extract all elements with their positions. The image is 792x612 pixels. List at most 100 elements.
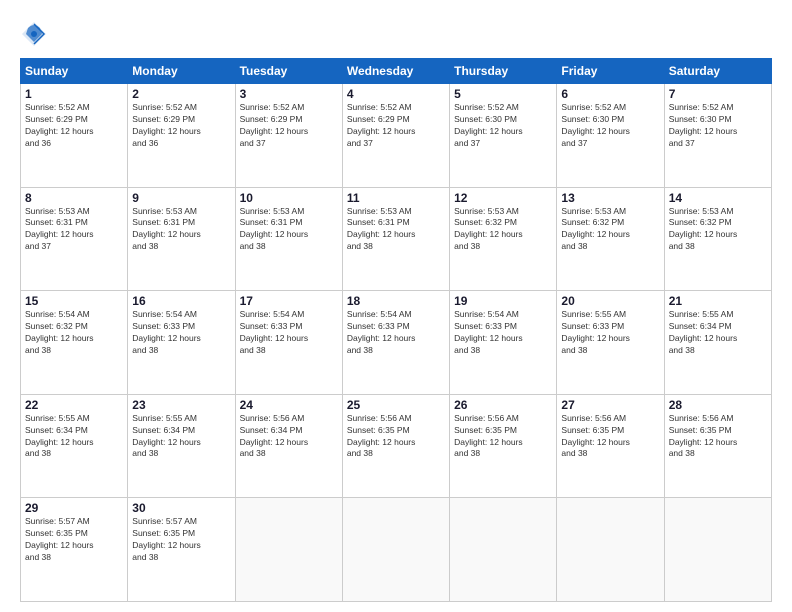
day-number: 17 xyxy=(240,294,338,308)
day-detail: Sunrise: 5:52 AMSunset: 6:29 PMDaylight:… xyxy=(132,102,230,150)
day-number: 25 xyxy=(347,398,445,412)
day-detail: Sunrise: 5:57 AMSunset: 6:35 PMDaylight:… xyxy=(25,516,123,564)
day-detail: Sunrise: 5:53 AMSunset: 6:32 PMDaylight:… xyxy=(669,206,767,254)
day-detail: Sunrise: 5:52 AMSunset: 6:29 PMDaylight:… xyxy=(25,102,123,150)
calendar-cell: 5 Sunrise: 5:52 AMSunset: 6:30 PMDayligh… xyxy=(450,84,557,188)
calendar-cell: 30 Sunrise: 5:57 AMSunset: 6:35 PMDaylig… xyxy=(128,498,235,602)
calendar-cell: 16 Sunrise: 5:54 AMSunset: 6:33 PMDaylig… xyxy=(128,291,235,395)
weekday-header: Tuesday xyxy=(235,59,342,84)
day-number: 13 xyxy=(561,191,659,205)
day-detail: Sunrise: 5:56 AMSunset: 6:35 PMDaylight:… xyxy=(561,413,659,461)
calendar-cell: 8 Sunrise: 5:53 AMSunset: 6:31 PMDayligh… xyxy=(21,187,128,291)
day-number: 29 xyxy=(25,501,123,515)
calendar-cell: 23 Sunrise: 5:55 AMSunset: 6:34 PMDaylig… xyxy=(128,394,235,498)
calendar-cell: 21 Sunrise: 5:55 AMSunset: 6:34 PMDaylig… xyxy=(664,291,771,395)
calendar-cell: 3 Sunrise: 5:52 AMSunset: 6:29 PMDayligh… xyxy=(235,84,342,188)
calendar-cell: 26 Sunrise: 5:56 AMSunset: 6:35 PMDaylig… xyxy=(450,394,557,498)
day-detail: Sunrise: 5:53 AMSunset: 6:31 PMDaylight:… xyxy=(132,206,230,254)
day-number: 30 xyxy=(132,501,230,515)
day-number: 23 xyxy=(132,398,230,412)
day-number: 3 xyxy=(240,87,338,101)
day-detail: Sunrise: 5:55 AMSunset: 6:34 PMDaylight:… xyxy=(132,413,230,461)
day-detail: Sunrise: 5:57 AMSunset: 6:35 PMDaylight:… xyxy=(132,516,230,564)
day-number: 12 xyxy=(454,191,552,205)
day-detail: Sunrise: 5:55 AMSunset: 6:34 PMDaylight:… xyxy=(669,309,767,357)
calendar-cell: 9 Sunrise: 5:53 AMSunset: 6:31 PMDayligh… xyxy=(128,187,235,291)
calendar-cell: 17 Sunrise: 5:54 AMSunset: 6:33 PMDaylig… xyxy=(235,291,342,395)
calendar-cell: 1 Sunrise: 5:52 AMSunset: 6:29 PMDayligh… xyxy=(21,84,128,188)
calendar-cell: 18 Sunrise: 5:54 AMSunset: 6:33 PMDaylig… xyxy=(342,291,449,395)
logo xyxy=(20,20,52,48)
day-number: 4 xyxy=(347,87,445,101)
day-detail: Sunrise: 5:55 AMSunset: 6:34 PMDaylight:… xyxy=(25,413,123,461)
day-detail: Sunrise: 5:52 AMSunset: 6:30 PMDaylight:… xyxy=(561,102,659,150)
calendar-cell: 25 Sunrise: 5:56 AMSunset: 6:35 PMDaylig… xyxy=(342,394,449,498)
calendar-cell: 2 Sunrise: 5:52 AMSunset: 6:29 PMDayligh… xyxy=(128,84,235,188)
day-number: 5 xyxy=(454,87,552,101)
calendar-table: SundayMondayTuesdayWednesdayThursdayFrid… xyxy=(20,58,772,602)
calendar-cell: 22 Sunrise: 5:55 AMSunset: 6:34 PMDaylig… xyxy=(21,394,128,498)
day-detail: Sunrise: 5:54 AMSunset: 6:32 PMDaylight:… xyxy=(25,309,123,357)
calendar-week-row: 1 Sunrise: 5:52 AMSunset: 6:29 PMDayligh… xyxy=(21,84,772,188)
calendar-cell xyxy=(450,498,557,602)
day-number: 6 xyxy=(561,87,659,101)
day-number: 10 xyxy=(240,191,338,205)
calendar-cell: 7 Sunrise: 5:52 AMSunset: 6:30 PMDayligh… xyxy=(664,84,771,188)
day-number: 26 xyxy=(454,398,552,412)
calendar-cell: 15 Sunrise: 5:54 AMSunset: 6:32 PMDaylig… xyxy=(21,291,128,395)
calendar-cell: 6 Sunrise: 5:52 AMSunset: 6:30 PMDayligh… xyxy=(557,84,664,188)
day-detail: Sunrise: 5:56 AMSunset: 6:34 PMDaylight:… xyxy=(240,413,338,461)
weekday-header: Thursday xyxy=(450,59,557,84)
day-number: 8 xyxy=(25,191,123,205)
weekday-header: Wednesday xyxy=(342,59,449,84)
day-number: 21 xyxy=(669,294,767,308)
day-detail: Sunrise: 5:56 AMSunset: 6:35 PMDaylight:… xyxy=(454,413,552,461)
calendar-cell: 20 Sunrise: 5:55 AMSunset: 6:33 PMDaylig… xyxy=(557,291,664,395)
day-detail: Sunrise: 5:52 AMSunset: 6:29 PMDaylight:… xyxy=(240,102,338,150)
calendar-cell xyxy=(235,498,342,602)
weekday-header: Sunday xyxy=(21,59,128,84)
calendar-week-row: 15 Sunrise: 5:54 AMSunset: 6:32 PMDaylig… xyxy=(21,291,772,395)
calendar-cell xyxy=(664,498,771,602)
day-number: 28 xyxy=(669,398,767,412)
page: SundayMondayTuesdayWednesdayThursdayFrid… xyxy=(0,0,792,612)
calendar-body: 1 Sunrise: 5:52 AMSunset: 6:29 PMDayligh… xyxy=(21,84,772,602)
day-detail: Sunrise: 5:54 AMSunset: 6:33 PMDaylight:… xyxy=(132,309,230,357)
logo-icon xyxy=(20,20,48,48)
day-detail: Sunrise: 5:54 AMSunset: 6:33 PMDaylight:… xyxy=(240,309,338,357)
day-number: 15 xyxy=(25,294,123,308)
day-number: 20 xyxy=(561,294,659,308)
calendar-week-row: 8 Sunrise: 5:53 AMSunset: 6:31 PMDayligh… xyxy=(21,187,772,291)
day-number: 1 xyxy=(25,87,123,101)
day-detail: Sunrise: 5:53 AMSunset: 6:31 PMDaylight:… xyxy=(240,206,338,254)
day-number: 19 xyxy=(454,294,552,308)
day-number: 18 xyxy=(347,294,445,308)
calendar-cell: 24 Sunrise: 5:56 AMSunset: 6:34 PMDaylig… xyxy=(235,394,342,498)
calendar-week-row: 22 Sunrise: 5:55 AMSunset: 6:34 PMDaylig… xyxy=(21,394,772,498)
calendar-week-row: 29 Sunrise: 5:57 AMSunset: 6:35 PMDaylig… xyxy=(21,498,772,602)
header xyxy=(20,20,772,48)
day-detail: Sunrise: 5:52 AMSunset: 6:30 PMDaylight:… xyxy=(669,102,767,150)
calendar-cell: 27 Sunrise: 5:56 AMSunset: 6:35 PMDaylig… xyxy=(557,394,664,498)
calendar-cell: 12 Sunrise: 5:53 AMSunset: 6:32 PMDaylig… xyxy=(450,187,557,291)
calendar-cell: 14 Sunrise: 5:53 AMSunset: 6:32 PMDaylig… xyxy=(664,187,771,291)
day-detail: Sunrise: 5:52 AMSunset: 6:30 PMDaylight:… xyxy=(454,102,552,150)
day-detail: Sunrise: 5:54 AMSunset: 6:33 PMDaylight:… xyxy=(347,309,445,357)
calendar-cell: 11 Sunrise: 5:53 AMSunset: 6:31 PMDaylig… xyxy=(342,187,449,291)
day-detail: Sunrise: 5:53 AMSunset: 6:31 PMDaylight:… xyxy=(25,206,123,254)
day-number: 2 xyxy=(132,87,230,101)
calendar-cell xyxy=(557,498,664,602)
day-number: 27 xyxy=(561,398,659,412)
calendar-cell: 28 Sunrise: 5:56 AMSunset: 6:35 PMDaylig… xyxy=(664,394,771,498)
calendar-cell xyxy=(342,498,449,602)
calendar-cell: 19 Sunrise: 5:54 AMSunset: 6:33 PMDaylig… xyxy=(450,291,557,395)
weekday-header: Saturday xyxy=(664,59,771,84)
calendar-cell: 13 Sunrise: 5:53 AMSunset: 6:32 PMDaylig… xyxy=(557,187,664,291)
day-number: 7 xyxy=(669,87,767,101)
day-detail: Sunrise: 5:53 AMSunset: 6:32 PMDaylight:… xyxy=(454,206,552,254)
day-detail: Sunrise: 5:56 AMSunset: 6:35 PMDaylight:… xyxy=(347,413,445,461)
day-detail: Sunrise: 5:53 AMSunset: 6:31 PMDaylight:… xyxy=(347,206,445,254)
day-number: 9 xyxy=(132,191,230,205)
day-detail: Sunrise: 5:55 AMSunset: 6:33 PMDaylight:… xyxy=(561,309,659,357)
day-detail: Sunrise: 5:56 AMSunset: 6:35 PMDaylight:… xyxy=(669,413,767,461)
